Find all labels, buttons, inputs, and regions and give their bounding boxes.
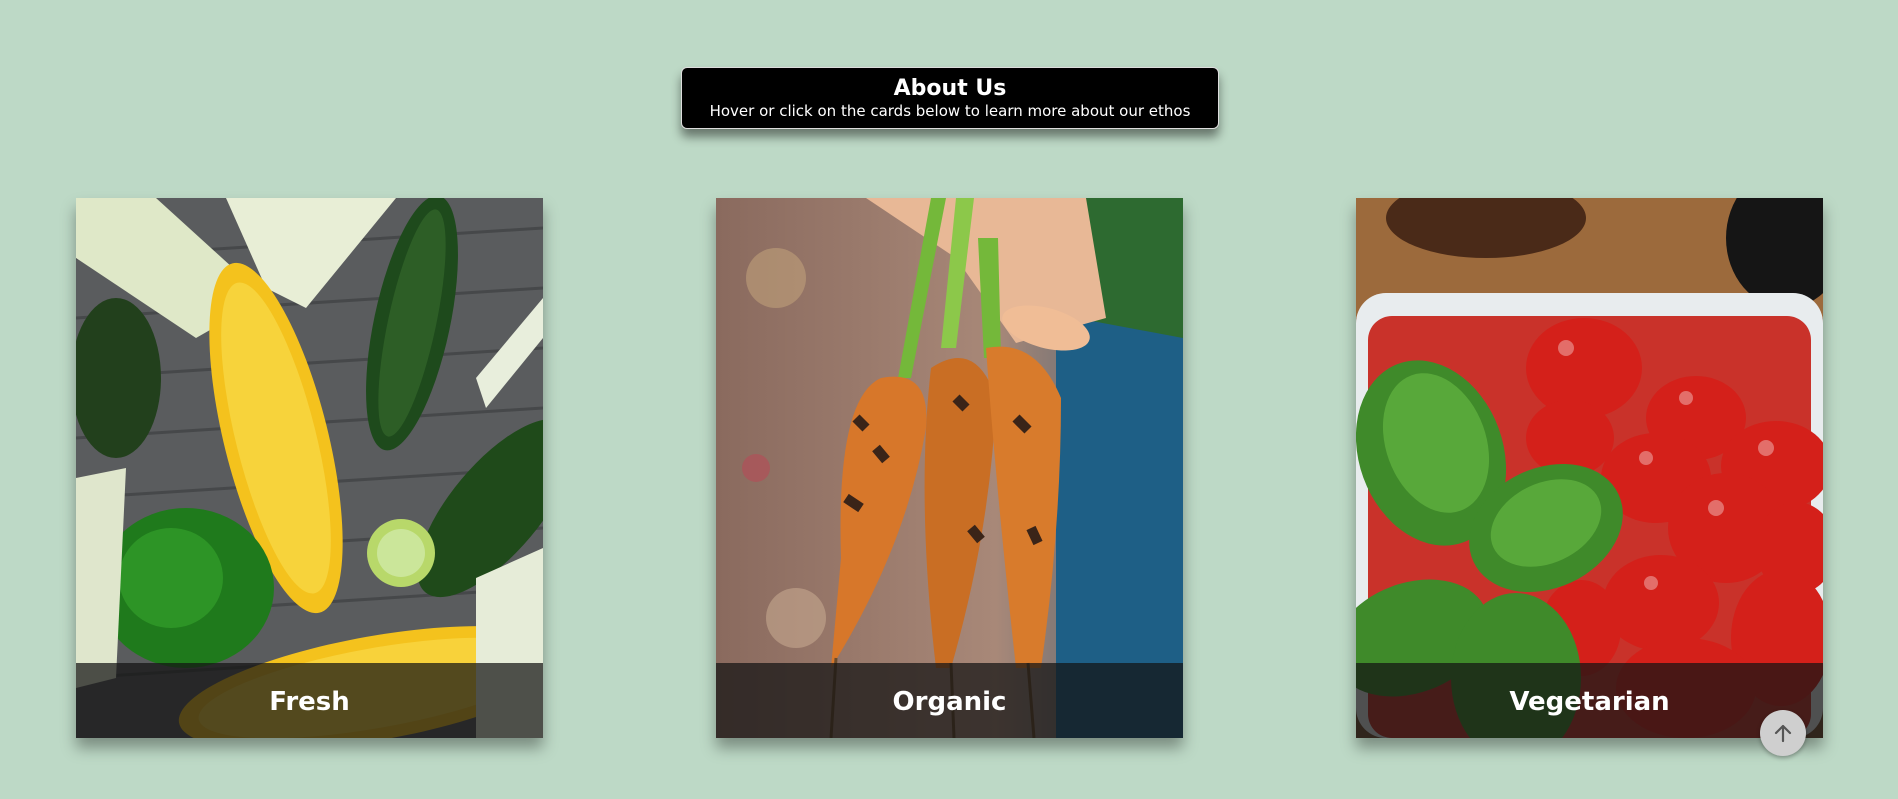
tomatoes-basil-photo (1356, 198, 1823, 738)
about-us-header: About Us Hover or click on the cards bel… (681, 67, 1219, 129)
corn-cucumber-pepper-photo (76, 198, 543, 738)
card-organic[interactable]: Organic (716, 198, 1183, 738)
card-vegetarian[interactable]: Vegetarian (1356, 198, 1823, 738)
page-title: About Us (893, 76, 1007, 101)
hand-holding-carrots-photo (716, 198, 1183, 738)
card-fresh[interactable]: Fresh (76, 198, 543, 738)
page-subtitle: Hover or click on the cards below to lea… (709, 102, 1191, 120)
card-label: Organic (716, 663, 1183, 738)
scroll-to-top-button[interactable] (1760, 710, 1806, 756)
arrow-up-icon (1774, 724, 1792, 743)
card-label: Vegetarian (1356, 663, 1823, 738)
card-label: Fresh (76, 663, 543, 738)
